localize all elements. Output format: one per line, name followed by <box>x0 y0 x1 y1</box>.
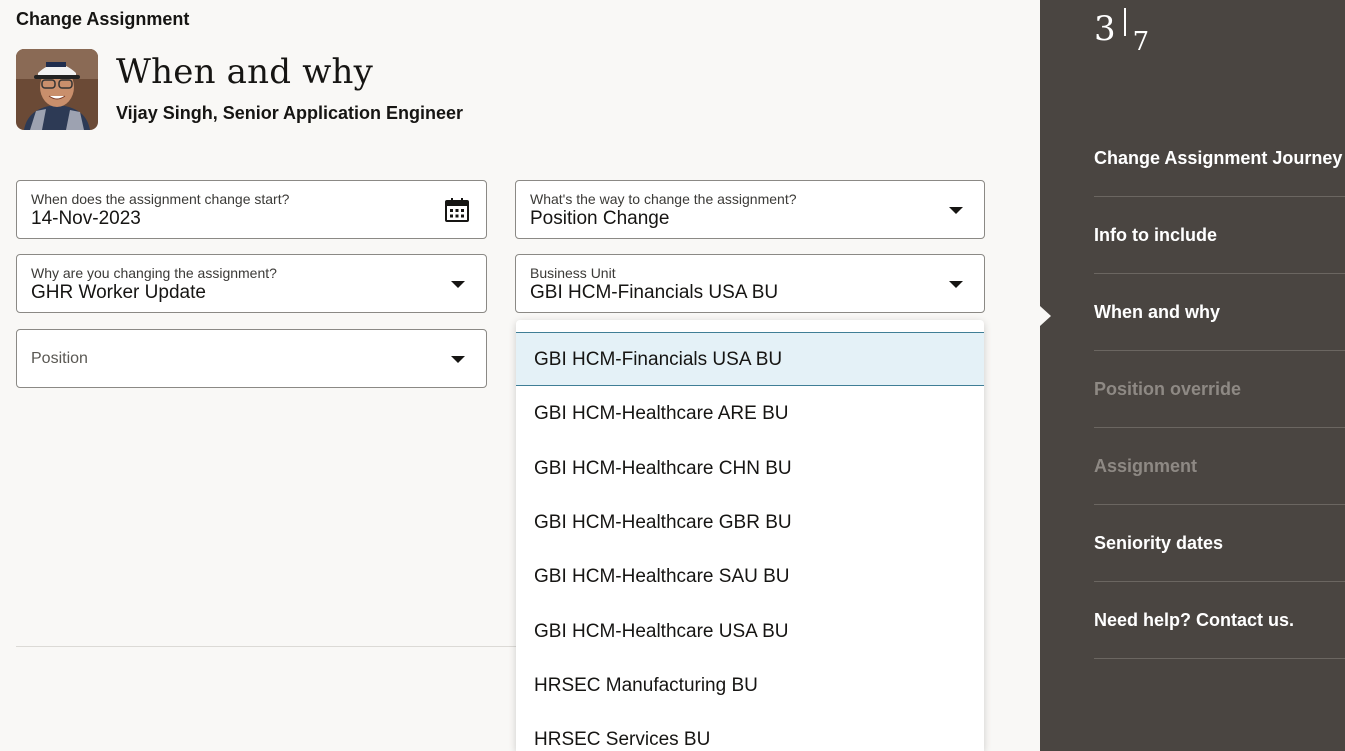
chevron-down-icon[interactable] <box>451 281 465 288</box>
sidebar-nav-item[interactable]: Info to include <box>1094 197 1345 274</box>
dropdown-option[interactable]: GBI HCM-Healthcare CHN BU <box>516 442 984 496</box>
sidebar-nav-label: Need help? Contact us. <box>1094 610 1295 630</box>
calendar-icon[interactable] <box>444 197 470 223</box>
sidebar-nav-item: Assignment <box>1094 428 1345 505</box>
sidebar-nav-label: Assignment <box>1094 456 1198 476</box>
change-way-select[interactable]: What's the way to change the assignment?… <box>515 180 985 239</box>
current-step-pointer <box>1040 306 1051 326</box>
sidebar-nav-item[interactable]: Change Assignment Journey <box>1094 120 1345 197</box>
avatar <box>16 49 98 130</box>
sidebar-nav-label: When and why <box>1094 302 1220 322</box>
chevron-down-icon[interactable] <box>949 207 963 214</box>
sidebar-nav-item: Position override <box>1094 351 1345 428</box>
step-counter: 37 <box>1094 8 1149 57</box>
business-unit-select[interactable]: Business Unit GBI HCM-Financials USA BU <box>515 254 985 313</box>
reason-select[interactable]: Why are you changing the assignment? GHR… <box>16 254 487 313</box>
current-step: 3 <box>1094 9 1116 49</box>
position-placeholder: Position <box>31 350 88 367</box>
sidebar-nav-label: Seniority dates <box>1094 533 1224 553</box>
chevron-down-icon[interactable] <box>949 281 963 288</box>
divider <box>16 646 516 647</box>
change-way-label: What's the way to change the assignment? <box>530 191 797 207</box>
reason-label: Why are you changing the assignment? <box>31 265 277 281</box>
dropdown-option[interactable]: GBI HCM-Healthcare SAU BU <box>516 550 984 604</box>
dropdown-option[interactable]: GBI HCM-Healthcare ARE BU <box>516 387 984 441</box>
start-date-field[interactable]: When does the assignment change start? 1… <box>16 180 487 239</box>
avatar-photo <box>16 49 98 130</box>
sidebar-nav-item[interactable]: Need help? Contact us. <box>1094 582 1345 659</box>
sidebar-nav-label: Position override <box>1094 379 1242 399</box>
worker-name-title: Vijay Singh, Senior Application Engineer <box>116 103 464 123</box>
dropdown-option[interactable]: HRSEC Services BU <box>516 713 984 751</box>
sidebar-nav-item[interactable]: Seniority dates <box>1094 505 1345 582</box>
change-way-value: Position Change <box>530 208 670 229</box>
sidebar-nav-label: Info to include <box>1094 225 1217 245</box>
sidebar-nav-label: Change Assignment Journey <box>1094 148 1343 168</box>
reason-value: GHR Worker Update <box>31 282 206 303</box>
position-select[interactable]: Position <box>16 329 487 388</box>
business-unit-dropdown[interactable]: GBI HCM-Financials USA BU GBI HCM-Healthc… <box>516 320 984 751</box>
journey-sidebar: 37 Change Assignment Journey Info to incl… <box>1040 0 1345 751</box>
sidebar-nav-item[interactable]: When and why <box>1094 274 1345 351</box>
dropdown-option[interactable]: GBI HCM-Healthcare GBR BU <box>516 496 984 550</box>
business-unit-label: Business Unit <box>530 265 616 281</box>
step-divider <box>1123 8 1126 36</box>
chevron-down-icon[interactable] <box>451 356 465 363</box>
start-date-value[interactable]: 14-Nov-2023 <box>31 208 141 230</box>
total-steps: 7 <box>1132 27 1150 57</box>
business-unit-value: GBI HCM-Financials USA BU <box>530 282 779 303</box>
page-title: Change Assignment <box>16 9 190 29</box>
dropdown-option[interactable]: GBI HCM-Financials USA BU <box>516 332 984 386</box>
page-heading: When and why <box>116 52 374 92</box>
dropdown-option[interactable]: HRSEC Manufacturing BU <box>516 659 984 713</box>
dropdown-option[interactable]: GBI HCM-Healthcare USA BU <box>516 605 984 659</box>
start-date-label: When does the assignment change start? <box>31 191 290 207</box>
